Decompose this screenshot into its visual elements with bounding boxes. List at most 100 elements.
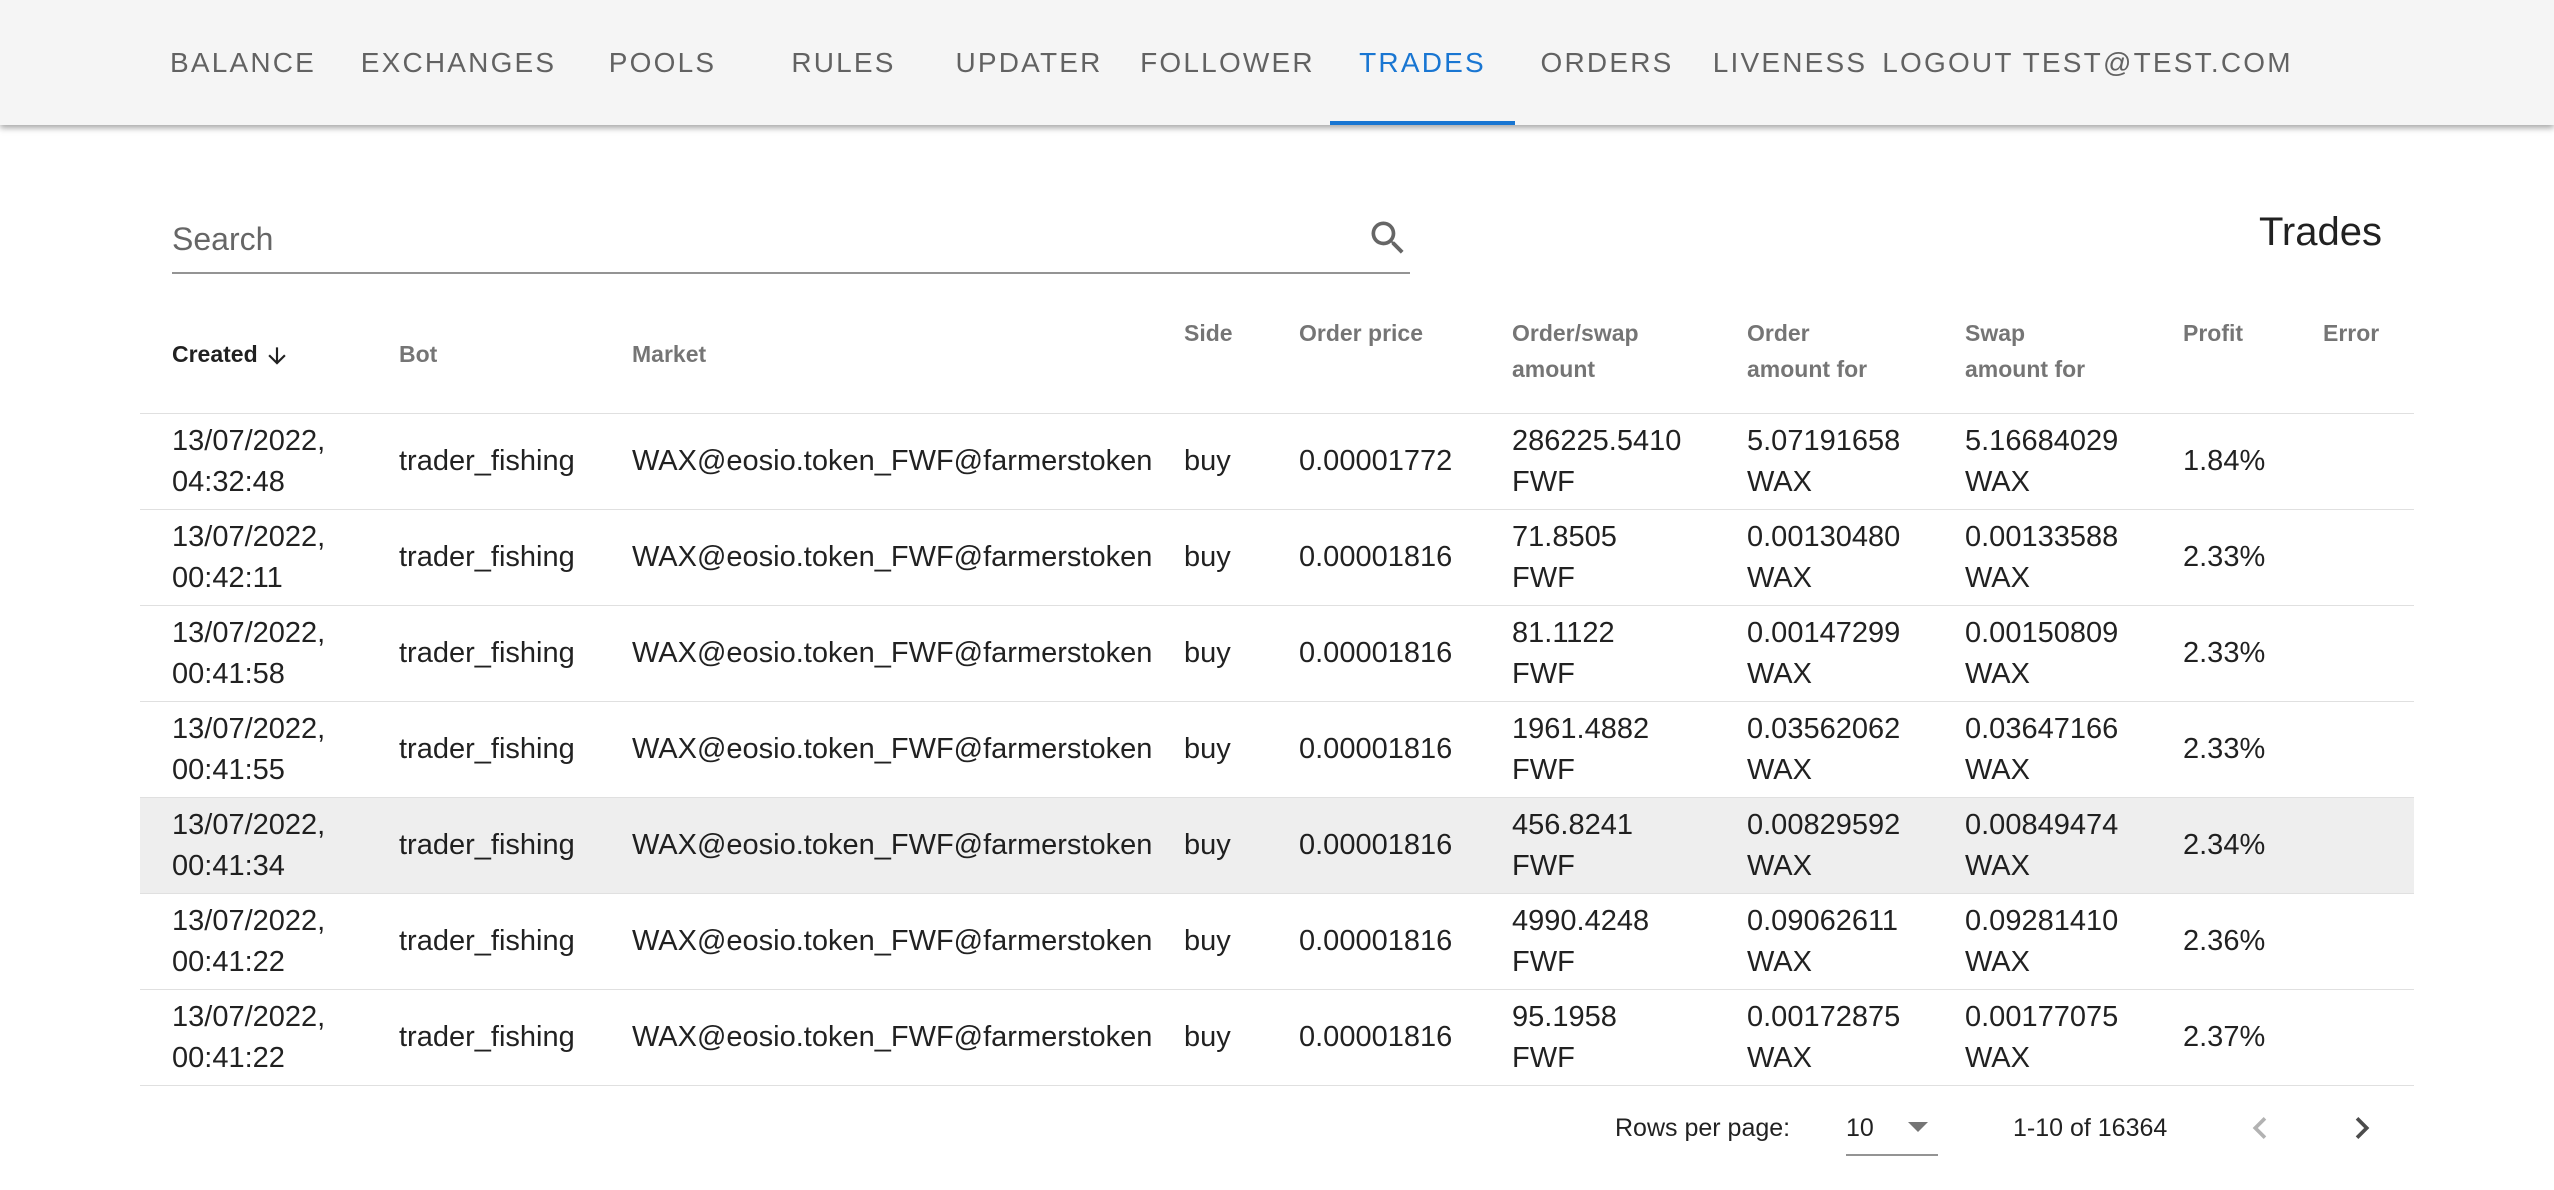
search-input[interactable]: [172, 214, 1322, 264]
cell-profit: 2.34%: [2151, 797, 2291, 894]
cell-order-swap-amount: 71.8505 FWF: [1480, 509, 1715, 606]
profit-value: 2.34%: [2183, 829, 2266, 861]
column-header-order-price[interactable]: Order price: [1267, 295, 1480, 414]
column-header-order-amount-for[interactable]: Order amount for: [1715, 295, 1933, 414]
market-value: WAX@eosio.token_FWF@farmerstoken: [632, 541, 1153, 573]
chevron-right-icon[interactable]: [2340, 1106, 2384, 1150]
created-time: 00:41:22: [172, 945, 285, 978]
cell-order-swap-amount: 456.8241 FWF: [1480, 797, 1715, 894]
top-nav-bar: BALANCE EXCHANGES POOLS RULES UPDATER FOLLOWE…: [0, 0, 2554, 125]
cell-order-amount-for: 0.09062611 WAX: [1715, 893, 1933, 990]
chevron-left-icon[interactable]: [2238, 1106, 2282, 1150]
tab-orders[interactable]: ORDERS: [1515, 0, 1699, 125]
column-header-market[interactable]: Market: [600, 295, 1152, 414]
cell-order-price: 0.00001816: [1267, 701, 1480, 798]
order-price-value: 0.00001816: [1299, 829, 1453, 861]
cell-order-swap-amount: 286225.5410 FWF: [1480, 413, 1715, 510]
search-icon[interactable]: [1366, 216, 1410, 260]
tab-balance[interactable]: BALANCE: [140, 0, 346, 125]
tab-pools[interactable]: POOLS: [571, 0, 754, 125]
side-value: buy: [1184, 1021, 1231, 1053]
table-row[interactable]: 13/07/2022, 00:41:22 trader_fishing WAX@eos…: [140, 989, 2414, 1086]
cell-profit: 2.37%: [2151, 989, 2291, 1086]
tab-exchanges[interactable]: EXCHANGES: [346, 0, 571, 125]
cell-error: [2291, 989, 2414, 1086]
cell-bot: trader_fishing: [367, 797, 600, 894]
market-value: WAX@eosio.token_FWF@farmerstoken: [632, 733, 1153, 765]
rows-per-page-label: Rows per page:: [1615, 1114, 1791, 1142]
column-header-error[interactable]: Error: [2291, 295, 2414, 414]
cell-order-swap-amount: 1961.4882 FWF: [1480, 701, 1715, 798]
profit-value: 2.33%: [2183, 733, 2266, 765]
market-value: WAX@eosio.token_FWF@farmerstoken: [632, 637, 1153, 669]
table-row[interactable]: 13/07/2022, 00:42:11 trader_fishing WAX@eos…: [140, 509, 2414, 606]
cell-order-amount-for: 0.00172875 WAX: [1715, 989, 1933, 1086]
tab-rules[interactable]: RULES: [754, 0, 933, 125]
cell-order-swap-amount: 4990.4248 FWF: [1480, 893, 1715, 990]
created-time: 00:41:58: [172, 657, 285, 690]
table-row[interactable]: 13/07/2022, 00:41:55 trader_fishing WAX@eos…: [140, 701, 2414, 798]
order-swap-amount-value: 81.1122 FWF: [1512, 616, 1615, 690]
cell-market: WAX@eosio.token_FWF@farmerstoken: [600, 413, 1152, 510]
created-time: 04:32:48: [172, 465, 285, 498]
order-amount-for-value: 0.00147299 WAX: [1747, 616, 1901, 690]
tab-updater[interactable]: UPDATER: [933, 0, 1125, 125]
created-date: 13/07/2022,: [172, 808, 326, 841]
tab-trades[interactable]: TRADES: [1330, 0, 1515, 125]
market-value: WAX@eosio.token_FWF@farmerstoken: [632, 829, 1153, 861]
dropdown-arrow-icon: [1908, 1122, 1928, 1132]
cell-market: WAX@eosio.token_FWF@farmerstoken: [600, 509, 1153, 606]
cell-order-price: 0.00001772: [1267, 413, 1480, 510]
cell-swap-amount-for: 0.00133588 WAX: [1933, 509, 2151, 606]
profit-value: 2.33%: [2183, 541, 2266, 573]
order-swap-amount-value: 95.1958 FWF: [1512, 1000, 1617, 1074]
cell-created: 13/07/2022, 00:41:34: [140, 797, 367, 894]
table-row[interactable]: 13/07/2022, 00:41:58 trader_fishing WAX@eos…: [140, 605, 2414, 702]
table-body: 13/07/2022, 04:32:48 trader_fishing WAX@eos…: [140, 413, 2414, 1086]
order-amount-for-value: 0.00172875 WAX: [1747, 1000, 1901, 1074]
column-header-side[interactable]: Side: [1152, 295, 1267, 414]
tab-logout-test-test-com[interactable]: LOGOUT TEST@TEST.COM: [1881, 0, 2294, 125]
market-value: WAX@eosio.token_FWF@farmerstoken: [632, 1021, 1153, 1053]
column-header-created[interactable]: Created: [140, 295, 367, 414]
column-header-order-swap-amount[interactable]: Order/swap amount: [1480, 295, 1715, 414]
order-price-value: 0.00001816: [1299, 637, 1453, 669]
cell-profit: 1.84%: [2151, 413, 2291, 510]
cell-swap-amount-for: 0.09281410 WAX: [1933, 893, 2151, 990]
order-swap-amount-value: 286225.5410 FWF: [1512, 424, 1682, 498]
cell-swap-amount-for: 0.00849474 WAX: [1933, 797, 2151, 894]
table-row[interactable]: 13/07/2022, 00:41:22 trader_fishing WAX@eos…: [140, 893, 2414, 990]
cell-side: buy: [1152, 509, 1267, 606]
rows-per-page-select[interactable]: 10: [1846, 1100, 1938, 1156]
cell-order-swap-amount: 81.1122 FWF: [1480, 605, 1715, 702]
cell-order-amount-for: 0.00147299 WAX: [1715, 605, 1933, 702]
table-row[interactable]: 13/07/2022, 04:32:48 trader_fishing WAX@eos…: [140, 413, 2414, 510]
cell-error: [2291, 893, 2414, 990]
cell-order-swap-amount: 95.1958 FWF: [1480, 989, 1715, 1086]
table-row[interactable]: 13/07/2022, 00:41:34 trader_fishing WAX@eos…: [140, 797, 2414, 894]
tab-liveness[interactable]: LIVENESS: [1699, 0, 1881, 125]
column-header-bot[interactable]: Bot: [367, 295, 600, 414]
page-range-label: 1-10 of 16364: [2013, 1114, 2168, 1142]
cell-created: 13/07/2022, 00:41:22: [140, 989, 367, 1086]
cell-bot: trader_fishing: [367, 605, 600, 702]
order-price-value: 0.00001816: [1299, 925, 1453, 957]
cell-order-price: 0.00001816: [1267, 893, 1480, 990]
cell-market: WAX@eosio.token_FWF@farmerstoken: [600, 701, 1153, 798]
order-swap-amount-value: 456.8241 FWF: [1512, 808, 1633, 882]
bot-value: trader_fishing: [399, 1021, 575, 1053]
side-value: buy: [1184, 445, 1231, 477]
tab-follower[interactable]: FOLLOWER: [1125, 0, 1330, 125]
cell-created: 13/07/2022, 04:32:48: [140, 413, 367, 510]
column-header-swap-amount-for[interactable]: Swap amount for: [1933, 295, 2151, 414]
side-value: buy: [1184, 925, 1231, 957]
cell-side: buy: [1152, 797, 1267, 894]
cell-swap-amount-for: 0.00150809 WAX: [1933, 605, 2151, 702]
bot-value: trader_fishing: [399, 829, 575, 861]
cell-error: [2291, 605, 2414, 702]
order-amount-for-value: 0.03562062 WAX: [1747, 712, 1901, 786]
order-price-value: 0.00001816: [1299, 733, 1453, 765]
column-header-profit[interactable]: Profit: [2151, 295, 2291, 414]
bot-value: trader_fishing: [399, 637, 575, 669]
cell-bot: trader_fishing: [367, 509, 600, 606]
